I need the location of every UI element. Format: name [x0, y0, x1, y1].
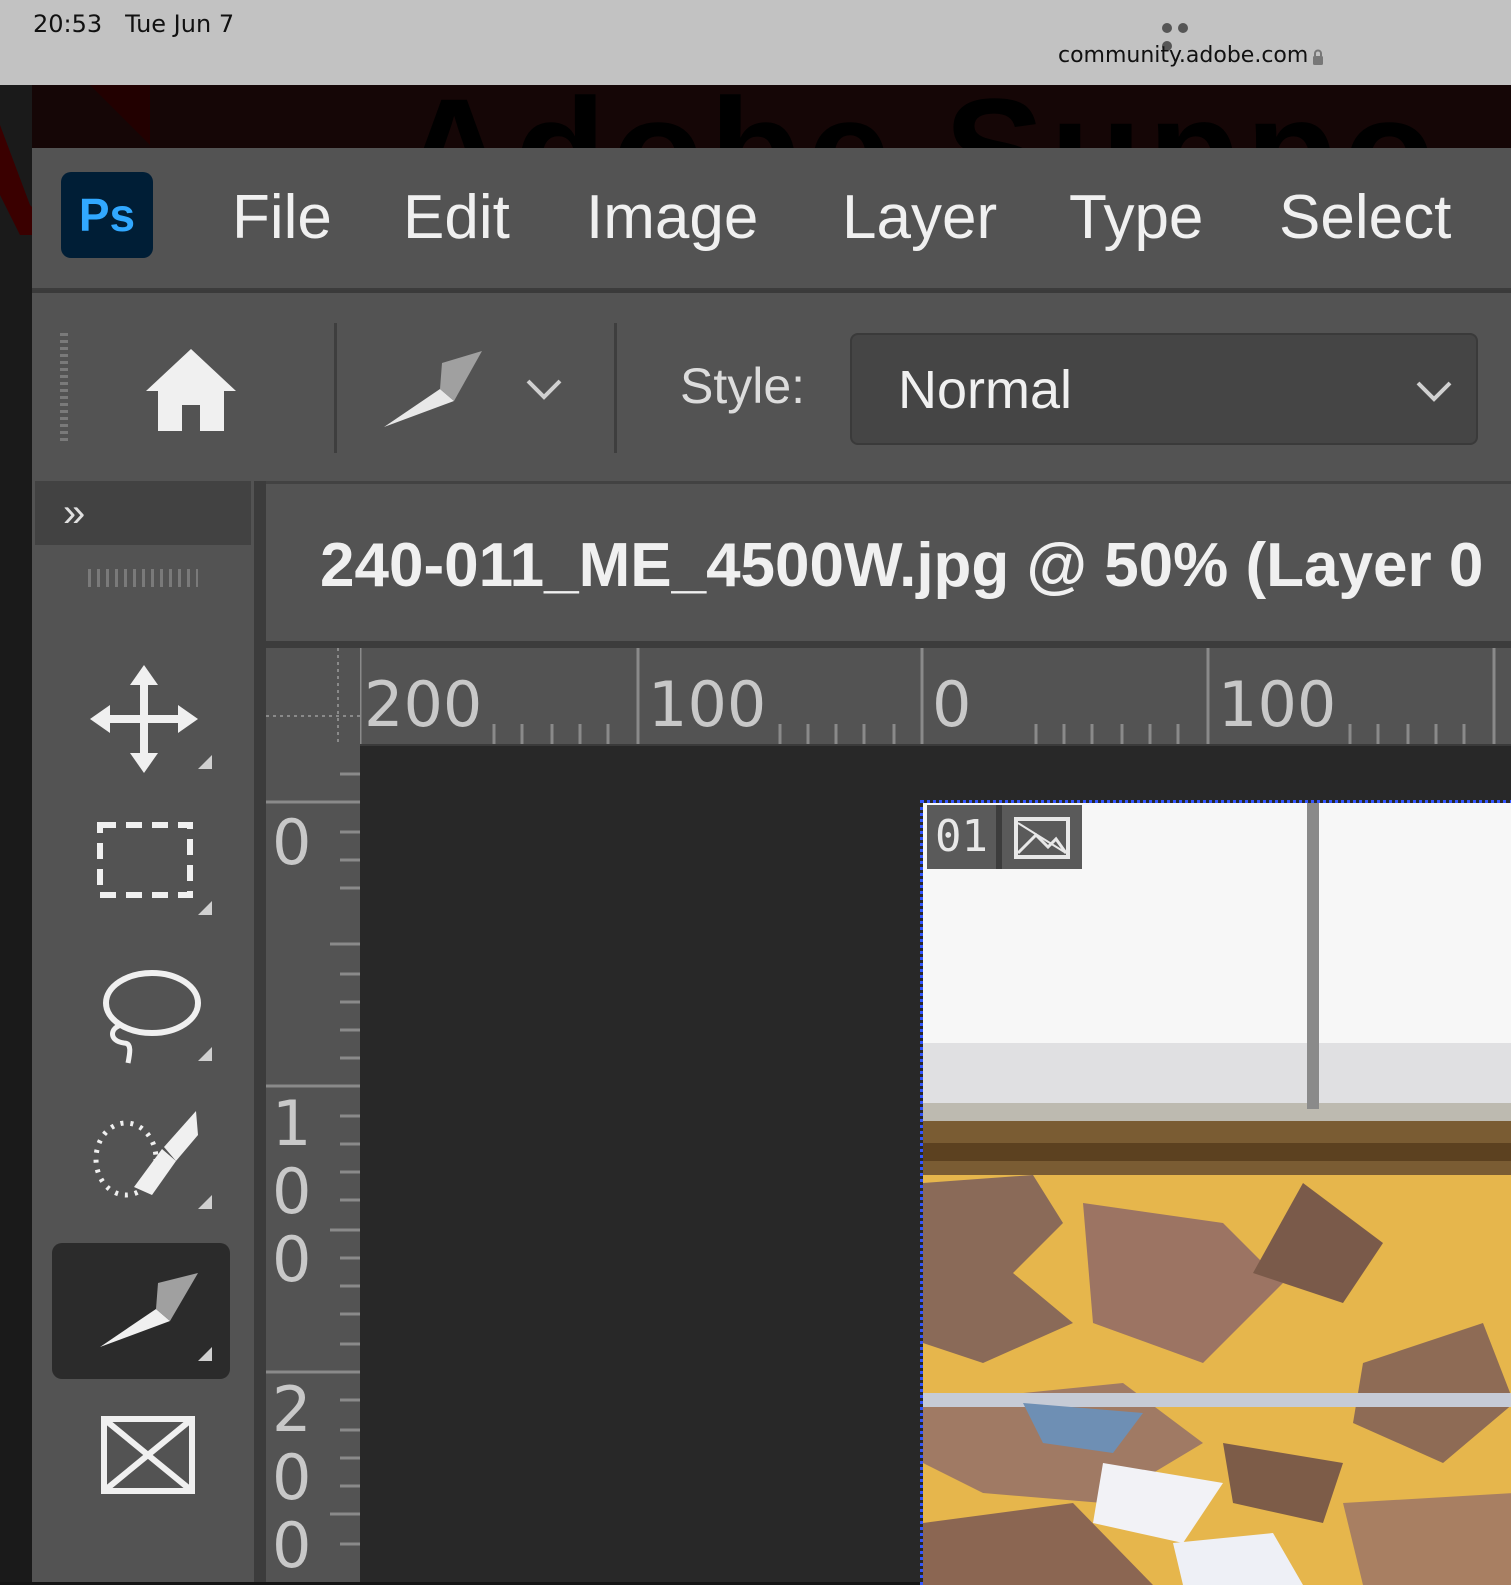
photo-texture: [923, 803, 1511, 1585]
style-select-value: Normal: [898, 360, 1073, 420]
image-layer-icon: [1013, 817, 1070, 859]
options-separator: [614, 323, 617, 453]
options-separator: [334, 323, 337, 453]
url-label[interactable]: community.adobe.com: [1058, 43, 1308, 68]
frame-icon: [101, 1416, 195, 1494]
background-page-edge: [0, 85, 32, 1582]
lasso-tool[interactable]: [52, 943, 230, 1079]
menu-image[interactable]: Image: [586, 182, 758, 253]
layer-number: 01: [935, 811, 988, 862]
ruler-label: 100: [1218, 668, 1337, 741]
style-select[interactable]: Normal: [850, 333, 1478, 445]
ruler-label: 100: [648, 668, 767, 741]
menu-layer[interactable]: Layer: [842, 182, 997, 253]
object-selection-icon: [93, 1111, 212, 1209]
ruler-label: 200: [364, 668, 483, 741]
home-icon[interactable]: [144, 345, 238, 435]
pen-tool-preset-icon[interactable]: [382, 349, 484, 429]
document-tab[interactable]: 240-011_ME_4500W.jpg @ 50% (Layer 0: [266, 484, 1511, 641]
photoshop-window: Ps File Edit Image Layer Type Select Sty…: [32, 148, 1511, 1585]
chevron-down-icon[interactable]: [524, 377, 564, 401]
object-selection-tool[interactable]: [52, 1091, 230, 1227]
photoshop-logo[interactable]: Ps: [61, 172, 153, 258]
lock-icon: [1313, 49, 1323, 65]
layer-badge: 01: [927, 805, 1082, 869]
pen-tool[interactable]: [52, 1243, 230, 1379]
menu-edit[interactable]: Edit: [403, 182, 510, 253]
rectangular-marquee-tool[interactable]: [52, 797, 230, 933]
status-time: 20:53 Tue Jun 7: [33, 10, 235, 38]
ruler-label: 200: [272, 1373, 312, 1582]
menu-select[interactable]: Select: [1279, 182, 1451, 253]
safari-status-bar: 20:53 Tue Jun 7 community.adobe.com: [0, 0, 1511, 85]
layer-image[interactable]: 01: [920, 800, 1511, 1585]
style-label: Style:: [680, 358, 806, 414]
marquee-icon: [97, 822, 212, 915]
status-date: Tue Jun 7: [125, 10, 235, 38]
vertical-ruler[interactable]: 0 100 200: [266, 744, 360, 1582]
ruler-label: 100: [272, 1087, 312, 1296]
menu-file[interactable]: File: [232, 182, 332, 253]
tools-panel-grip[interactable]: [88, 569, 198, 587]
panel-gutter: [254, 481, 266, 1582]
background-page: Adobe Suppo: [0, 85, 1511, 155]
options-bar: Style: Normal: [32, 290, 1511, 481]
more-dots-icon[interactable]: [1162, 20, 1208, 51]
background-heading: Adobe Suppo: [400, 85, 1441, 155]
move-icon: [90, 665, 212, 773]
ruler-origin-corner[interactable]: [266, 648, 360, 744]
tools-panel-header: »: [35, 481, 251, 545]
document-tab-bar: 240-011_ME_4500W.jpg @ 50% (Layer 0: [266, 481, 1511, 641]
move-tool[interactable]: [52, 651, 230, 787]
document-tab-title: 240-011_ME_4500W.jpg @ 50% (Layer 0: [320, 531, 1484, 600]
options-bar-grip[interactable]: [60, 333, 68, 445]
ruler-origin-icon: [266, 648, 360, 744]
menu-bar: Ps File Edit Image Layer Type Select: [32, 148, 1511, 288]
menu-type[interactable]: Type: [1069, 182, 1203, 253]
tools-panel: »: [32, 481, 254, 1582]
pen-icon: [100, 1273, 212, 1361]
frame-tool[interactable]: [52, 1391, 230, 1527]
horizontal-ruler[interactable]: 200 100 0 100: [266, 648, 1511, 746]
lasso-icon: [103, 970, 212, 1064]
chevron-down-icon: [1416, 381, 1452, 402]
expand-panel-icon[interactable]: »: [63, 491, 85, 536]
ruler-label: 0: [932, 668, 972, 741]
ruler-label: 0: [272, 806, 312, 879]
